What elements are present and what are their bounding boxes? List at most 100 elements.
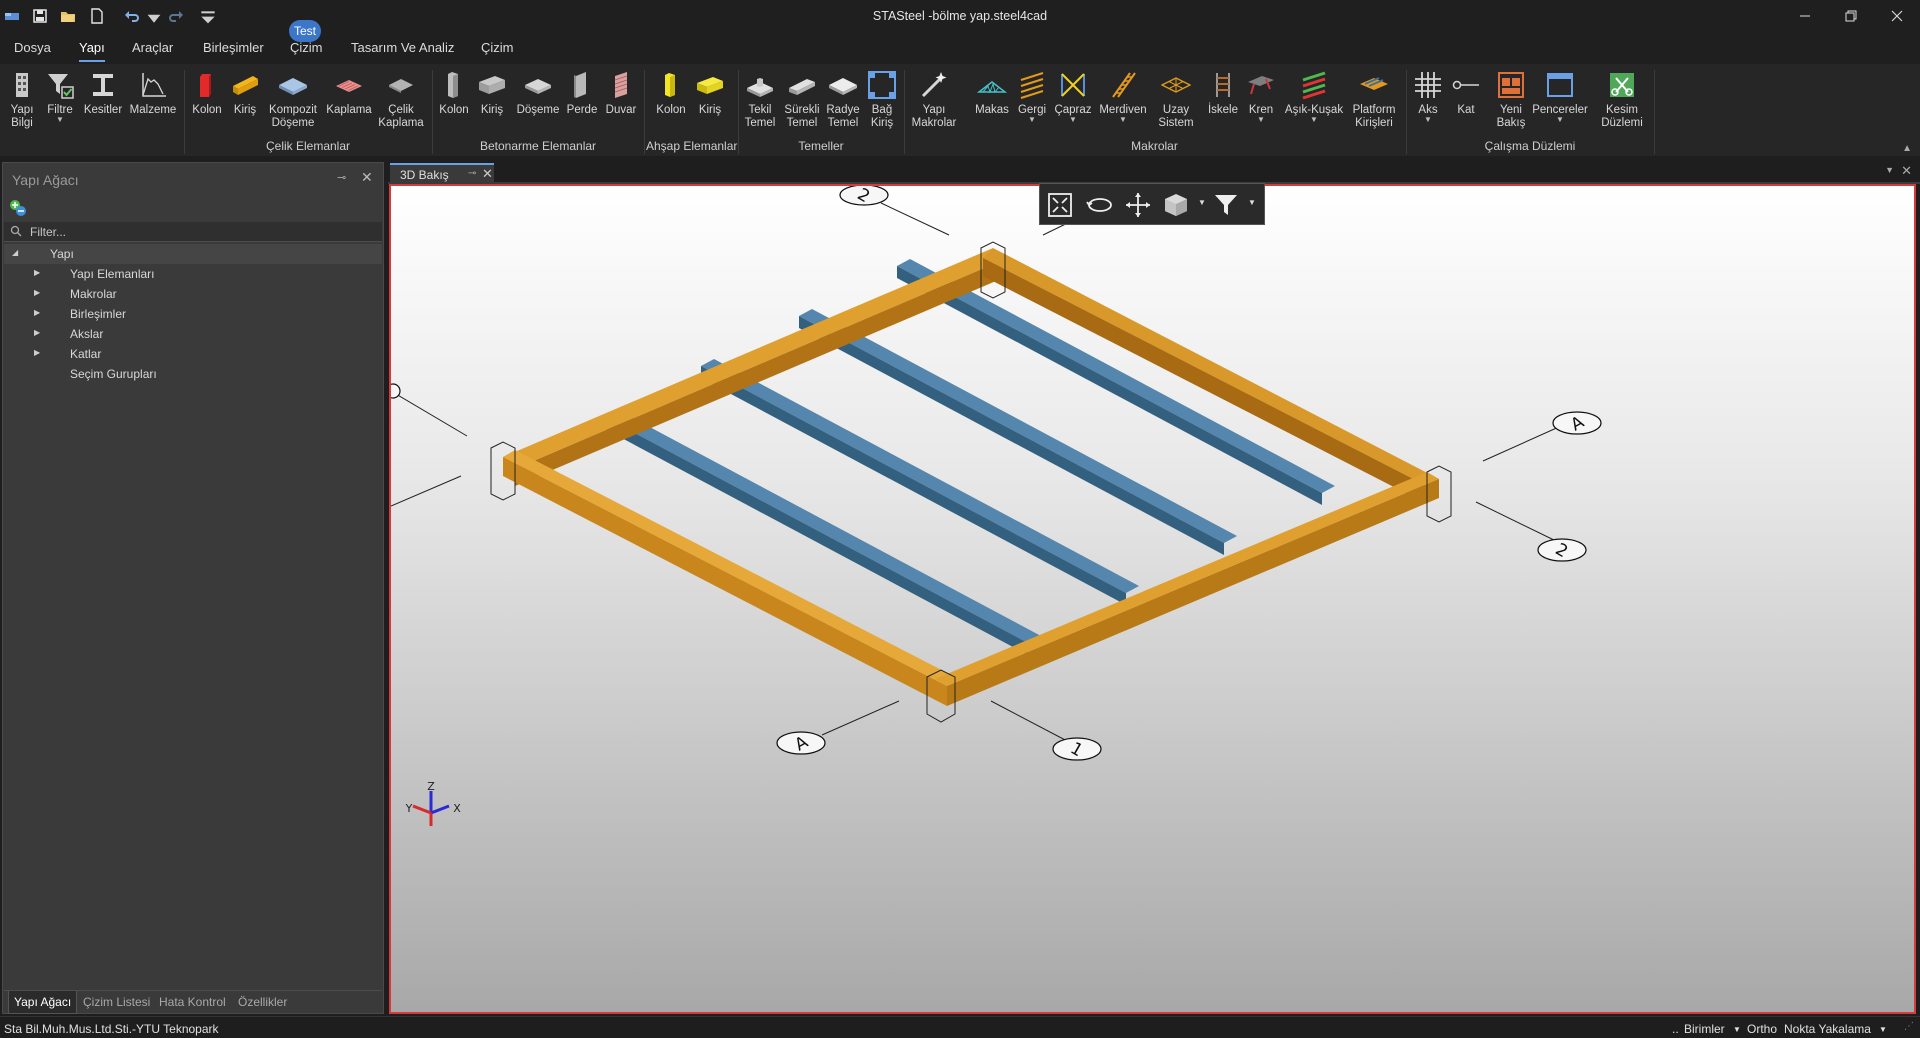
open-folder-icon[interactable] [60,8,76,24]
kat-button[interactable]: Kat [1448,66,1484,140]
close-window-button[interactable] [1874,0,1920,32]
close-document-icon[interactable]: ✕ [1901,163,1912,179]
undo-dropdown-icon[interactable] [146,10,161,26]
nokta-yakalama-dropdown[interactable]: Nokta Yakalama [1784,1022,1871,1036]
tree-node-yapi[interactable]: ◢ Yapı [4,244,382,264]
yapi-bilgi-button[interactable]: Yapı Bilgi [4,66,40,140]
tekil-temel-button[interactable]: Tekil Temel [742,66,778,140]
add-group-icon[interactable] [9,199,29,217]
minimize-button[interactable] [1782,0,1828,32]
tree-node-makrolar[interactable]: ▶ Makrolar [4,284,382,304]
close-tab-icon[interactable]: ✕ [482,166,493,182]
radye-temel-button[interactable]: Radye Temel [824,66,862,140]
kaplama-button[interactable]: Kaplama [325,66,373,140]
expand-arrow-icon[interactable]: ▶ [34,328,40,337]
chevron-down-icon[interactable]: ▼ [1248,198,1256,207]
betonarme-kolon-button[interactable]: Kolon [436,66,472,140]
tree-node-birlesimler[interactable]: ▶ Birleşimler [4,304,382,324]
expand-arrow-icon[interactable]: ▶ [34,308,40,317]
gergi-button[interactable]: Gergi ▼ [1014,66,1050,140]
chevron-down-icon[interactable]: ▼ [1198,198,1206,207]
pencereler-button[interactable]: Pencereler ▼ [1532,66,1588,140]
birimler-dropdown[interactable]: Birimler [1684,1022,1725,1036]
tab-yapi-agaci[interactable]: Yapı Ağacı [8,991,78,1014]
chevron-down-icon[interactable]: ▼ [1879,1025,1887,1034]
betonarme-doseme-button[interactable]: Döşeme [514,66,562,140]
menu-tasarim-analiz[interactable]: Tasarım Ve Analiz [351,40,454,55]
group-calisma-duzlemi: Çalışma Düzlemi [1484,139,1576,153]
collapse-arrow-icon[interactable]: ◢ [12,248,18,257]
collapse-ribbon-icon[interactable]: ▲ [1902,143,1912,154]
undo-icon[interactable] [124,8,140,24]
restore-button[interactable] [1828,0,1874,32]
filter-input[interactable] [30,223,370,241]
chevron-down-icon[interactable]: ▼ [1733,1025,1741,1034]
menu-birlesimler[interactable]: Birleşimler [203,40,264,55]
kesitler-button[interactable]: Kesitler [82,66,124,140]
bag-kiris-button[interactable]: Bağ Kiriş [864,66,900,140]
celik-kaplama-button[interactable]: Çelik Kaplama [377,66,425,140]
tab-hata-kontrol[interactable]: Hata Kontrol [159,995,226,1009]
asik-kusak-button[interactable]: Aşık-Kuşak ▼ [1282,66,1346,140]
resize-grip-icon[interactable]: ⋰ [1904,1021,1914,1032]
ortho-toggle[interactable]: Ortho [1747,1022,1777,1036]
kren-button[interactable]: Kren ▼ [1243,66,1279,140]
menu-cizim[interactable]: Çizim [481,40,514,55]
menu-araclar[interactable]: Araçlar [132,40,173,55]
customize-toolbar-icon[interactable] [200,10,215,26]
tree-node-katlar[interactable]: ▶ Katlar [4,344,382,364]
tab-cizim-listesi[interactable]: Çizim Listesi [83,995,150,1009]
pin-icon[interactable]: ⊸ [337,171,346,184]
new-file-icon[interactable] [89,8,105,24]
save-icon[interactable] [32,8,48,24]
pan-view-button[interactable] [1122,189,1154,221]
expand-arrow-icon[interactable]: ▶ [34,348,40,357]
tree-node-akslar[interactable]: ▶ Akslar [4,324,382,344]
menu-cizim-test[interactable]: Çizim [290,40,323,55]
3d-viewport[interactable]: 2 B A 2 A 1 [389,184,1916,1014]
redo-icon[interactable] [168,8,184,24]
zoom-extents-button[interactable] [1044,189,1076,221]
tab-3d-bakis[interactable]: 3D Bakış ⊸ ✕ [390,163,494,184]
menu-dosya[interactable]: Dosya [14,40,51,55]
surekli-temel-label: Sürekli Temel [784,104,820,129]
kompozit-doseme-button[interactable]: Kompozit Döşeme [267,66,319,140]
rotate-view-button[interactable] [1084,189,1116,221]
tab-ozellikler[interactable]: Özellikler [238,995,287,1009]
ahsap-kolon-button[interactable]: Kolon [653,66,689,140]
malzeme-button[interactable]: Malzeme [129,66,177,140]
ahsap-kiris-button[interactable]: Kiriş [692,66,728,140]
iskele-button[interactable]: İskele [1205,66,1241,140]
yapi-makrolar-button[interactable]: Yapı Makrolar [909,66,959,140]
view-filter-button[interactable] [1210,189,1242,221]
yapi-bilgi-label: Yapı Bilgi [10,104,34,129]
filtre-button[interactable]: Filtre ▼ [42,66,78,140]
tree-node-secim-guruplari[interactable]: Seçim Gurupları [4,364,382,384]
expand-arrow-icon[interactable]: ▶ [34,268,40,277]
steel-beam-icon [230,70,260,100]
celik-kolon-button[interactable]: Kolon [189,66,225,140]
app-logo-icon[interactable] [4,8,20,24]
capraz-button[interactable]: Çapraz ▼ [1053,66,1093,140]
expand-arrow-icon[interactable]: ▶ [34,288,40,297]
pin-icon[interactable]: ⊸ [468,168,476,179]
timber-column-icon [656,70,686,100]
menu-yapi[interactable]: Yapı [79,40,105,62]
kesim-duzlemi-button[interactable]: Kesim Düzlemi [1598,66,1646,140]
platform-kirisleri-button[interactable]: Platform Kirişleri [1347,66,1401,140]
perde-button[interactable]: Perde [564,66,600,140]
aks-button[interactable]: Aks ▼ [1410,66,1446,140]
uzay-sistem-button[interactable]: Uzay Sistem [1152,66,1200,140]
yeni-bakis-button[interactable]: Yeni Bakış [1491,66,1531,140]
betonarme-kiris-button[interactable]: Kiriş [474,66,510,140]
celik-kiris-button[interactable]: Kiriş [227,66,263,140]
test-badge[interactable]: Test [289,20,321,42]
duvar-button[interactable]: Duvar [603,66,639,140]
makas-button[interactable]: Makas [972,66,1012,140]
view-cube-button[interactable] [1160,189,1192,221]
tab-list-dropdown-icon[interactable]: ▼ [1885,165,1894,175]
merdiven-button[interactable]: Merdiven ▼ [1097,66,1149,140]
close-panel-icon[interactable]: ✕ [361,169,373,186]
surekli-temel-button[interactable]: Sürekli Temel [782,66,822,140]
tree-node-yapi-elemanlari[interactable]: ▶ Yapı Elemanları [4,264,382,284]
